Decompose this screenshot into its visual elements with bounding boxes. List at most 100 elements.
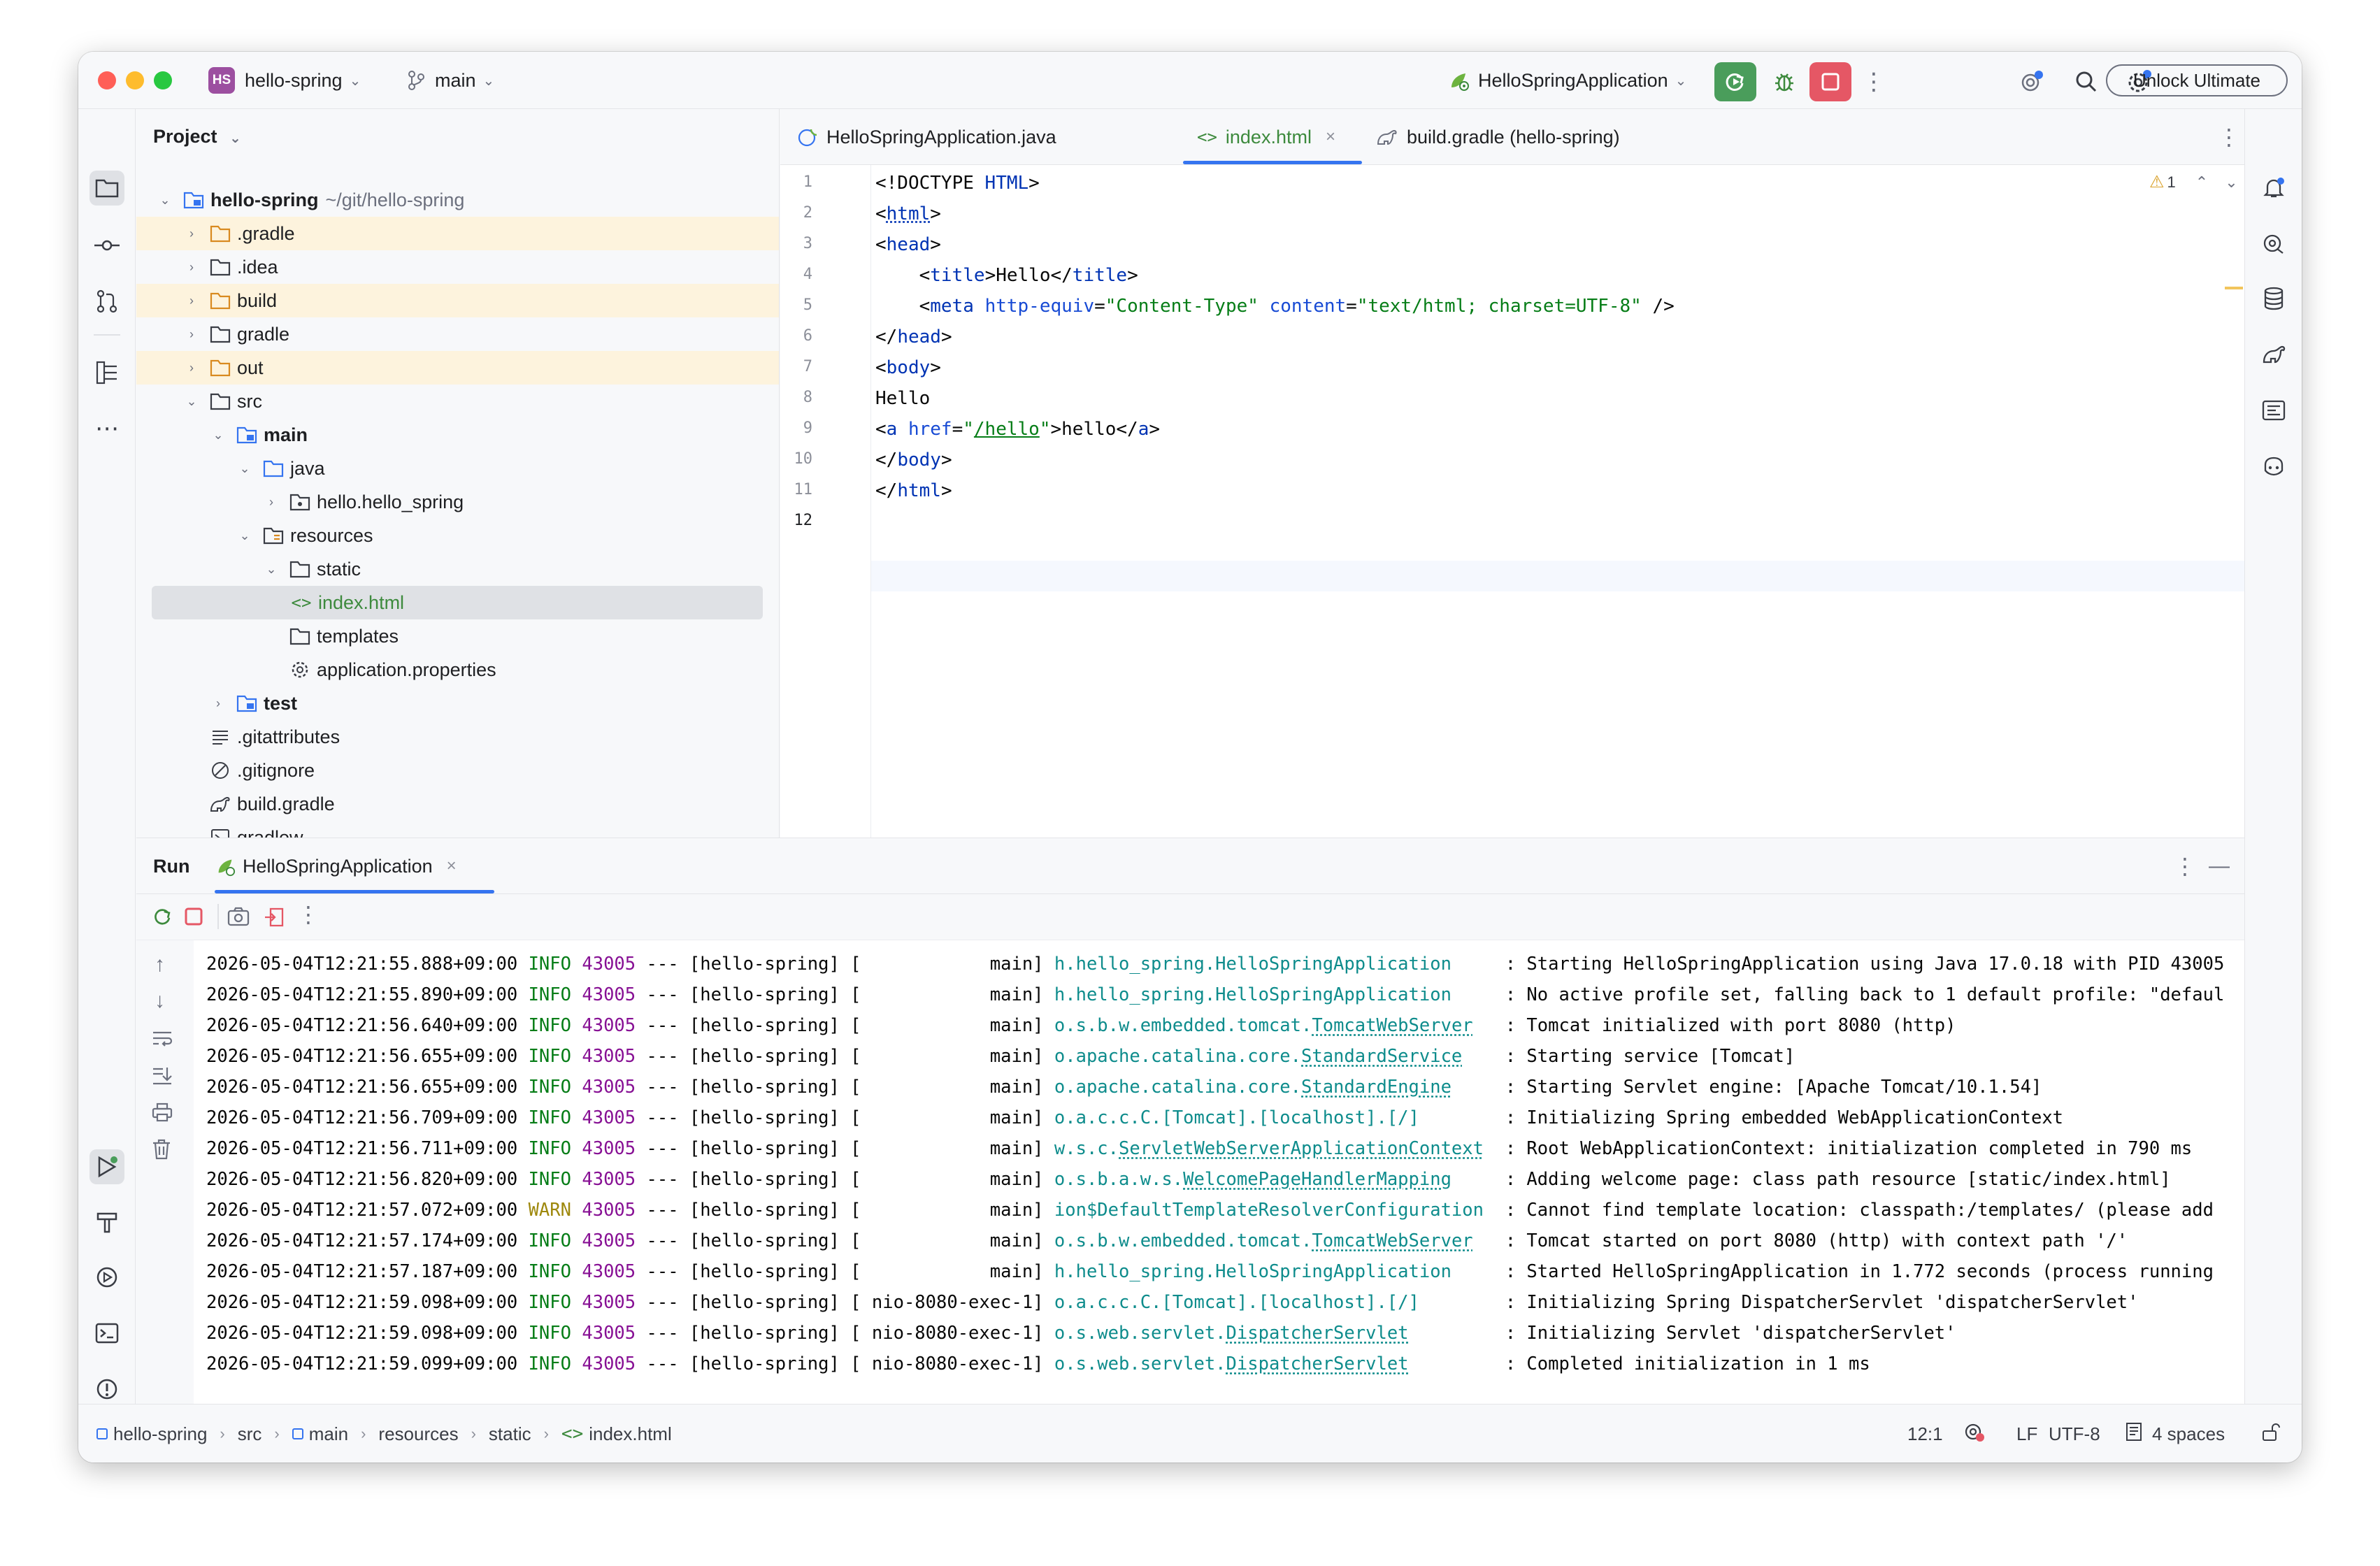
notifications-button[interactable] [2256, 171, 2291, 206]
chevron-down-icon[interactable]: ⌄ [2225, 173, 2237, 192]
exit-button[interactable] [264, 907, 285, 928]
log-logger[interactable]: h.hello_spring.HelloSpringApplication [1054, 984, 1451, 1005]
tree-item-main[interactable]: ⌄ main [136, 418, 779, 452]
clear-console-button[interactable] [152, 1139, 171, 1160]
rerun-button[interactable] [1714, 62, 1756, 101]
search-button[interactable] [2065, 62, 2107, 101]
tree-item-templates[interactable]: templates [136, 619, 779, 653]
file-encoding[interactable]: UTF-8 [2049, 1405, 2100, 1463]
scroll-to-end-button[interactable] [152, 1066, 173, 1086]
log-logger[interactable]: o.s.web.servlet.DispatcherServlet [1054, 1353, 1409, 1374]
scroll-up-button[interactable]: ↑ [155, 953, 165, 977]
log-logger[interactable]: o.a.c.c.C.[Tomcat].[localhost].[/] [1054, 1292, 1419, 1313]
tree-item-src[interactable]: ⌄ src [136, 385, 779, 418]
breadcrumb-item[interactable]: resources [378, 1423, 458, 1445]
log-logger[interactable]: o.apache.catalina.core.StandardService [1054, 1046, 1462, 1067]
structure-tool-button[interactable] [89, 355, 124, 390]
terminal-tool-button[interactable] [89, 1316, 124, 1351]
tree-item-package[interactable]: › hello.hello_spring [136, 485, 779, 519]
tree-root[interactable]: ⌄ hello-spring ~/git/hello-spring [136, 183, 779, 217]
tree-item-static[interactable]: ⌄ static [136, 552, 779, 586]
breadcrumb-item[interactable]: main [309, 1423, 348, 1445]
log-logger[interactable]: ion$DefaultTemplateResolverConfiguration [1054, 1200, 1484, 1221]
ai-status-button[interactable] [1963, 1405, 1986, 1463]
screenshot-button[interactable] [227, 907, 250, 926]
print-button[interactable] [152, 1102, 173, 1122]
debug-button[interactable] [1763, 62, 1805, 101]
close-window-button[interactable] [98, 71, 116, 89]
log-logger[interactable]: h.hello_spring.HelloSpringApplication [1054, 954, 1451, 975]
tree-item-gradle-dir[interactable]: › .gradle [136, 217, 779, 250]
close-tab-icon[interactable]: × [1326, 127, 1335, 147]
tree-item-resources[interactable]: ⌄ resources [136, 519, 779, 552]
tree-item-test[interactable]: › test [136, 687, 779, 720]
pull-requests-tool-button[interactable] [89, 284, 124, 319]
tree-item-application-properties[interactable]: application.properties [136, 653, 779, 687]
run-toolbar-more-button[interactable]: ⋮ [297, 901, 320, 928]
more-tools-button[interactable]: ⋯ [89, 411, 124, 446]
database-button[interactable] [2256, 281, 2291, 316]
stop-button[interactable] [1809, 62, 1851, 101]
tree-item-gitattributes[interactable]: .gitattributes [136, 720, 779, 754]
inspection-widget[interactable]: ⚠ 1 ⌃ ⌄ [2149, 172, 2238, 192]
branch-switcher[interactable]: main ⌄ [407, 63, 494, 98]
breadcrumb-item[interactable]: index.html [589, 1423, 672, 1445]
project-switcher[interactable]: HS hello-spring ⌄ [208, 63, 361, 98]
problems-tool-button[interactable] [89, 1372, 124, 1407]
breadcrumb-item[interactable]: static [489, 1423, 531, 1445]
editor-tabs-menu-button[interactable]: ⋮ [2218, 109, 2240, 165]
run-options-button[interactable]: ⋮ [2174, 838, 2196, 894]
tree-item-out[interactable]: › out [136, 351, 779, 385]
copilot-button[interactable] [2256, 449, 2291, 484]
close-tab-icon[interactable]: × [447, 856, 457, 876]
chevron-up-icon[interactable]: ⌃ [2195, 173, 2208, 192]
read-only-toggle[interactable] [2261, 1405, 2281, 1463]
scroll-down-button[interactable]: ↓ [155, 989, 165, 1013]
tab-build-gradle[interactable]: build.gradle (hello-spring) [1376, 109, 1620, 165]
tree-item-gitignore[interactable]: .gitignore [136, 754, 779, 787]
minimize-window-button[interactable] [126, 71, 144, 89]
tree-item-build[interactable]: › build [136, 284, 779, 317]
tree-item-gradlew[interactable]: gradlew [136, 821, 779, 838]
services-tool-button[interactable] [89, 1260, 124, 1295]
tree-item-build-gradle[interactable]: build.gradle [136, 787, 779, 821]
minimize-panel-button[interactable]: — [2209, 838, 2230, 894]
warning-marker[interactable] [2225, 287, 2243, 289]
tree-item-gradle[interactable]: › gradle [136, 317, 779, 351]
rerun-button[interactable] [152, 905, 174, 928]
project-tool-button[interactable] [89, 171, 124, 206]
log-logger[interactable]: h.hello_spring.HelloSpringApplication [1054, 1261, 1451, 1282]
log-logger[interactable]: o.apache.catalina.core.StandardEngine [1054, 1077, 1451, 1098]
build-tool-button[interactable] [89, 1204, 124, 1239]
more-actions-button[interactable]: ⋮ [1853, 62, 1895, 101]
log-logger[interactable]: o.s.b.w.embedded.tomcat.TomcatWebServer [1054, 1230, 1473, 1251]
tree-item-idea[interactable]: › .idea [136, 250, 779, 284]
line-separator[interactable]: LF [2016, 1405, 2037, 1463]
unlock-ultimate-button[interactable]: Unlock Ultimate [2106, 64, 2288, 96]
run-tab-hello-spring-application[interactable]: HelloSpringApplication × [215, 838, 457, 894]
log-logger[interactable]: o.a.c.c.C.[Tomcat].[localhost].[/] [1054, 1107, 1419, 1128]
stop-button[interactable] [184, 907, 203, 926]
soft-wrap-button[interactable] [152, 1030, 173, 1047]
project-panel-header[interactable]: Project ⌄ [153, 126, 241, 148]
tree-item-index-html[interactable]: <> index.html [152, 586, 763, 619]
cursor-position[interactable]: 12:1 [1907, 1405, 1943, 1463]
tab-index-html[interactable]: <> index.html × [1197, 109, 1335, 165]
ai-assistant-button[interactable] [2011, 62, 2053, 101]
endpoints-button[interactable] [2256, 393, 2291, 428]
ai-chat-button[interactable] [2256, 227, 2291, 261]
zoom-window-button[interactable] [154, 71, 172, 89]
breadcrumb-item[interactable]: hello-spring [113, 1423, 207, 1445]
log-logger[interactable]: o.s.b.a.w.s.WelcomePageHandlerMapping [1054, 1169, 1451, 1190]
log-logger[interactable]: o.s.web.servlet.DispatcherServlet [1054, 1323, 1409, 1344]
log-logger[interactable]: o.s.b.w.embedded.tomcat.TomcatWebServer [1054, 1015, 1473, 1036]
log-logger[interactable]: w.s.c.ServletWebServerApplicationContext [1054, 1138, 1484, 1159]
console-output[interactable]: 2026-05-04T12:21:55.888+09:00 INFO 43005… [206, 940, 2244, 1405]
breadcrumb-item[interactable]: src [238, 1423, 262, 1445]
run-tool-button[interactable] [89, 1149, 124, 1184]
tab-hello-spring-application-java[interactable]: HelloSpringApplication.java [797, 109, 1056, 165]
indent-setting[interactable]: 4 spaces [2125, 1405, 2225, 1463]
commit-tool-button[interactable] [89, 228, 124, 263]
gradle-button[interactable] [2256, 337, 2291, 372]
run-config-selector[interactable]: HelloSpringApplication ⌄ [1447, 63, 1686, 98]
